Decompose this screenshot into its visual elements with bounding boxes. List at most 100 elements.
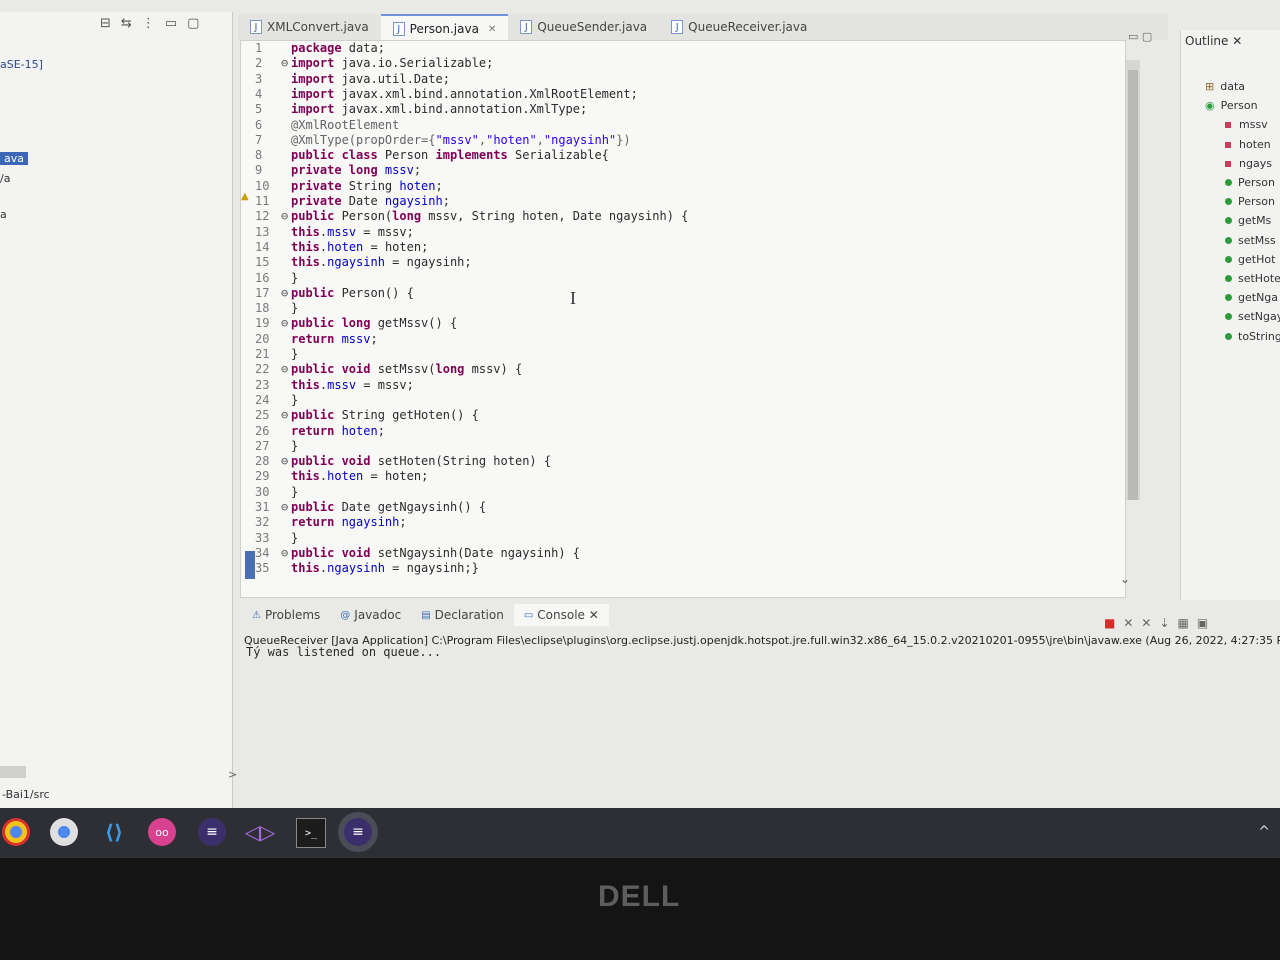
code-line[interactable]: 24}: [241, 393, 1121, 408]
editor-window-controls[interactable]: ▭ ▢: [1128, 30, 1152, 43]
code-line[interactable]: 15 this.ngaysinh = ngaysinh;: [241, 255, 1121, 270]
outline-item[interactable]: getNga: [1225, 291, 1278, 304]
remove-all-icon[interactable]: ✕: [1141, 616, 1151, 630]
tree-item-jre[interactable]: aSE-15]: [0, 58, 43, 71]
outline-item[interactable]: getMs: [1225, 214, 1271, 227]
code-line[interactable]: 23 this.mssv = mssv;: [241, 378, 1121, 393]
code-line[interactable]: 8 public class Person implements Serializ…: [241, 148, 1121, 163]
code-line[interactable]: 20 return mssv;: [241, 332, 1121, 347]
eclipse-active-icon[interactable]: ≡: [344, 818, 372, 846]
eclipse-icon[interactable]: ≡: [198, 818, 226, 846]
outline-item[interactable]: setMss: [1225, 234, 1276, 247]
openoffice-icon[interactable]: oo: [148, 818, 176, 846]
code-line[interactable]: 28 ⊖ public void setHoten(String hoten) {: [241, 454, 1121, 469]
code-line[interactable]: 29 this.hoten = hoten;: [241, 469, 1121, 484]
code-line[interactable]: 14 this.hoten = hoten;: [241, 240, 1121, 255]
view-menu-icon[interactable]: ⋮: [142, 16, 155, 31]
code-line[interactable]: 33}: [241, 531, 1121, 546]
outline-item[interactable]: ◉ Person: [1205, 99, 1258, 112]
visual-studio-icon[interactable]: ◁▷: [245, 818, 276, 846]
tab-javadoc[interactable]: @ Javadoc: [330, 604, 411, 626]
fold-toggle-icon[interactable]: ⊖: [281, 56, 291, 71]
code-line[interactable]: 27}: [241, 439, 1121, 454]
code-line[interactable]: 1 package data;: [241, 41, 1121, 56]
code-line[interactable]: 9 private long mssv;: [241, 163, 1121, 178]
code-line[interactable]: 31 ⊖ public Date getNgaysinh() {: [241, 500, 1121, 515]
code-line[interactable]: 7 @XmlType(propOrder={"mssv","hoten","nga…: [241, 133, 1121, 148]
outline-item[interactable]: ngays: [1225, 157, 1272, 170]
link-with-editor-icon[interactable]: ⇆: [121, 16, 132, 31]
fold-toggle-icon[interactable]: ⊖: [281, 454, 291, 469]
code-line[interactable]: 12 ⊖ public Person(long mssv, String hoten…: [241, 209, 1121, 224]
outline-item[interactable]: setNgay: [1225, 310, 1280, 323]
maximize-icon[interactable]: ▢: [187, 16, 199, 31]
code-line[interactable]: 34 ⊖ public void setNgaysinh(Date ngaysinh…: [241, 546, 1121, 561]
minimize-icon[interactable]: ▭: [165, 16, 177, 31]
editor-scrollbar-thumb[interactable]: [1128, 70, 1138, 500]
chromium-icon[interactable]: [50, 818, 78, 846]
code-line[interactable]: 2 ⊖ import java.io.Serializable;: [241, 56, 1121, 71]
tab-xmlconvert[interactable]: J XMLConvert.java: [238, 14, 381, 40]
code-line[interactable]: 5 import javax.xml.bind.annotation.XmlTyp…: [241, 102, 1121, 117]
code-line[interactable]: 6 @XmlRootElement: [241, 118, 1121, 133]
code-line[interactable]: 11 private Date ngaysinh;: [241, 194, 1121, 209]
close-icon[interactable]: ✕: [488, 24, 496, 35]
code-line[interactable]: 3 import java.util.Date;: [241, 72, 1121, 87]
fold-toggle-icon[interactable]: ⊖: [281, 546, 291, 561]
vscode-icon[interactable]: ⟨⟩: [100, 818, 128, 846]
code-line[interactable]: 32 return ngaysinh;: [241, 515, 1121, 530]
tab-queuesender[interactable]: J QueueSender.java: [508, 14, 659, 40]
tree-item-selected[interactable]: ava: [0, 152, 28, 165]
tab-queuereceiver[interactable]: J QueueReceiver.java: [659, 14, 819, 40]
system-tray-chevron-icon[interactable]: ^: [1258, 824, 1270, 840]
collapse-all-icon[interactable]: ⊟: [100, 16, 111, 31]
expand-arrow-icon[interactable]: >: [228, 768, 237, 781]
code-line[interactable]: 26 return hoten;: [241, 424, 1121, 439]
code-line[interactable]: 30}: [241, 485, 1121, 500]
code-line[interactable]: 35 this.ngaysinh = ngaysinh;}: [241, 561, 1121, 576]
open-console-icon[interactable]: ▣: [1197, 616, 1208, 630]
scroll-lock-icon[interactable]: ⇣: [1159, 616, 1169, 630]
tab-person[interactable]: J Person.java ✕: [380, 14, 509, 42]
outline-item[interactable]: mssv: [1225, 118, 1268, 131]
fold-toggle-icon[interactable]: ⊖: [281, 408, 291, 423]
outline-item[interactable]: getHot: [1225, 253, 1275, 266]
fold-toggle-icon[interactable]: ⊖: [281, 286, 291, 301]
code-line[interactable]: 17 ⊖ public Person() {: [241, 286, 1121, 301]
fold-toggle-icon[interactable]: ⊖: [281, 316, 291, 331]
horizontal-scrollbar[interactable]: [0, 766, 26, 778]
outline-item[interactable]: setHote: [1225, 272, 1280, 285]
code-line[interactable]: 18}: [241, 301, 1121, 316]
scroll-down-icon[interactable]: ⌄: [1120, 572, 1130, 586]
code-line[interactable]: 10 private String hoten;: [241, 179, 1121, 194]
console-output[interactable]: Tý was listened on queue...: [246, 645, 441, 659]
outline-title[interactable]: Outline ✕: [1185, 34, 1242, 48]
outline-item[interactable]: toString: [1225, 330, 1280, 343]
tree-item[interactable]: /a: [0, 172, 10, 185]
tab-declaration[interactable]: ▤ Declaration: [411, 604, 514, 626]
code-line[interactable]: 4 import javax.xml.bind.annotation.XmlRoo…: [241, 87, 1121, 102]
terminal-icon[interactable]: >_: [296, 818, 326, 848]
code-line[interactable]: 22 ⊖ public void setMssv(long mssv) {: [241, 362, 1121, 377]
remove-launch-icon[interactable]: ✕: [1123, 616, 1133, 630]
code-token: ;: [442, 194, 450, 208]
fold-toggle-icon[interactable]: ⊖: [281, 362, 291, 377]
tab-problems[interactable]: ⚠ Problems: [242, 604, 330, 626]
tab-console[interactable]: ▭ Console ✕: [513, 604, 609, 626]
code-line[interactable]: 19 ⊖ public long getMssv() {: [241, 316, 1121, 331]
pin-console-icon[interactable]: ▦: [1178, 616, 1189, 630]
outline-item[interactable]: ⊞ data: [1205, 80, 1245, 93]
tree-item[interactable]: a: [0, 208, 7, 221]
code-line[interactable]: 21}: [241, 347, 1121, 362]
code-line[interactable]: 16}: [241, 271, 1121, 286]
fold-toggle-icon[interactable]: ⊖: [281, 209, 291, 224]
outline-item[interactable]: Person: [1225, 176, 1275, 189]
fold-toggle-icon[interactable]: ⊖: [281, 500, 291, 515]
outline-item[interactable]: Person: [1225, 195, 1275, 208]
code-line[interactable]: 13 this.mssv = mssv;: [241, 225, 1121, 240]
code-editor[interactable]: ▲ 1 package data; 2 ⊖ import java.io.Seriali…: [240, 40, 1126, 598]
chrome-icon[interactable]: [2, 818, 30, 846]
code-line[interactable]: 25 ⊖ public String getHoten() {: [241, 408, 1121, 423]
outline-item[interactable]: hoten: [1225, 138, 1271, 151]
terminate-icon[interactable]: ■: [1104, 616, 1115, 630]
